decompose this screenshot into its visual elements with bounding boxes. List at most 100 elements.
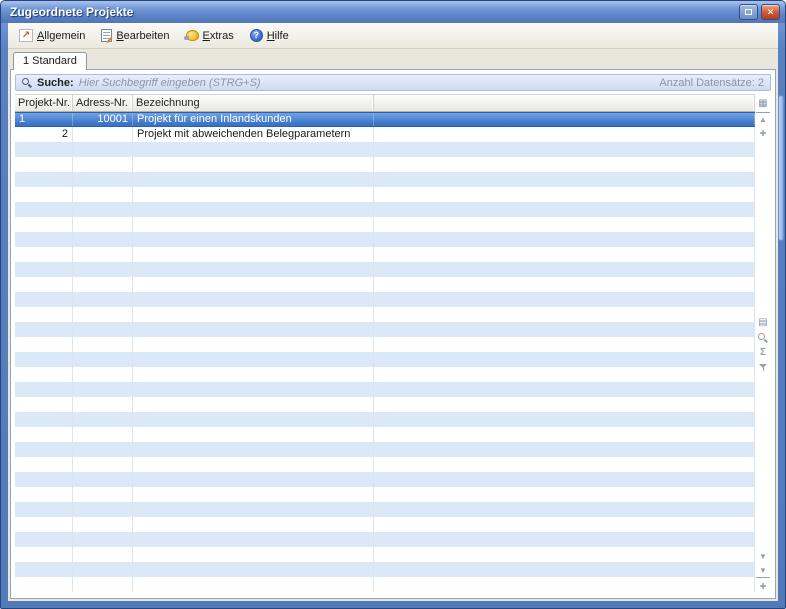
table-cell[interactable] [15,202,73,217]
table-cell[interactable] [133,142,374,157]
table-cell[interactable] [133,457,374,472]
table-cell[interactable] [73,262,133,277]
table-cell[interactable] [73,142,133,157]
sum-icon[interactable]: Σ [756,346,770,359]
table-cell[interactable] [374,412,755,427]
table-cell[interactable] [133,172,374,187]
table-row-empty[interactable] [15,517,755,532]
table-cell[interactable] [15,397,73,412]
menu-hilfe[interactable]: ? Hilfe [245,27,294,44]
table-cell[interactable] [133,532,374,547]
table-cell[interactable] [374,367,755,382]
table-cell[interactable] [374,232,755,247]
table-row-empty[interactable] [15,157,755,172]
table-cell[interactable] [15,247,73,262]
table-cell[interactable] [133,547,374,562]
table-row-empty[interactable] [15,187,755,202]
table-cell[interactable]: 1 [15,113,73,126]
table-cell[interactable] [133,562,374,577]
table-cell[interactable] [73,292,133,307]
table-cell[interactable] [133,247,374,262]
table-cell[interactable] [15,292,73,307]
table-cell[interactable] [73,442,133,457]
table-cell[interactable] [133,292,374,307]
table-cell[interactable] [133,187,374,202]
table-cell[interactable] [73,472,133,487]
table-cell[interactable] [133,202,374,217]
table-row-empty[interactable] [15,577,755,592]
table-row-empty[interactable] [15,352,755,367]
table-cell[interactable] [73,397,133,412]
tab-standard[interactable]: 1 Standard [13,52,87,70]
table-cell[interactable] [15,457,73,472]
scroll-to-top-icon[interactable]: ▲ [756,112,770,125]
filter-icon[interactable] [756,361,770,374]
table-cell[interactable] [73,337,133,352]
table-cell[interactable] [374,113,755,126]
menu-bearbeiten[interactable]: Bearbeiten [96,27,174,44]
table-row-empty[interactable] [15,232,755,247]
table-cell[interactable] [374,142,755,157]
table-row-empty[interactable] [15,562,755,577]
table-cell[interactable] [374,577,755,592]
table-cell[interactable] [133,307,374,322]
table-cell[interactable] [15,382,73,397]
table-cell[interactable] [133,157,374,172]
maximize-button[interactable] [739,4,758,20]
table-row-empty[interactable] [15,262,755,277]
table-row[interactable]: 2Projekt mit abweichenden Belegparameter… [15,127,755,142]
table-row-empty[interactable] [15,412,755,427]
table-cell[interactable] [15,262,73,277]
table-cell[interactable] [73,562,133,577]
table-cell[interactable] [374,292,755,307]
table-cell[interactable] [73,277,133,292]
search-input-placeholder[interactable]: Hier Suchbegriff eingeben (STRG+S) [79,77,655,89]
table-cell[interactable] [374,277,755,292]
table-cell[interactable] [374,397,755,412]
table-cell[interactable] [15,427,73,442]
table-cell[interactable] [73,127,133,142]
table-cell[interactable] [133,517,374,532]
table-cell[interactable] [374,172,755,187]
table-cell[interactable] [15,487,73,502]
table-row-empty[interactable] [15,367,755,382]
table-row-empty[interactable] [15,457,755,472]
table-cell[interactable] [133,232,374,247]
table-row-empty[interactable] [15,487,755,502]
table-row-empty[interactable] [15,442,755,457]
table-cell[interactable] [133,502,374,517]
table-cell[interactable] [73,217,133,232]
column-header-empty[interactable] [374,95,755,111]
column-layout-icon[interactable]: ▤ [756,316,770,329]
table-cell[interactable] [73,577,133,592]
table-row-empty[interactable] [15,337,755,352]
table-cell[interactable] [73,487,133,502]
table-cell[interactable] [15,232,73,247]
table-cell[interactable] [133,262,374,277]
table-cell[interactable] [73,517,133,532]
menu-extras[interactable]: Extras [181,28,239,44]
table-row-empty[interactable] [15,142,755,157]
table-cell[interactable] [374,517,755,532]
table-cell[interactable] [15,352,73,367]
table-row-empty[interactable] [15,532,755,547]
table-cell[interactable] [73,367,133,382]
table-cell[interactable] [374,487,755,502]
table-cell[interactable] [73,352,133,367]
table-cell[interactable] [15,277,73,292]
table-cell[interactable] [133,337,374,352]
table-cell[interactable] [133,472,374,487]
column-header-adress-nr[interactable]: Adress-Nr. [73,95,133,111]
table-cell[interactable] [73,187,133,202]
table-cell[interactable] [374,217,755,232]
table-row-empty[interactable] [15,292,755,307]
table-cell[interactable] [15,157,73,172]
table-cell[interactable] [374,382,755,397]
table-row-empty[interactable] [15,277,755,292]
column-chooser-icon[interactable]: ▦ [756,97,770,110]
title-bar[interactable]: Zugeordnete Projekte ✕ [1,1,785,23]
table-cell[interactable] [15,307,73,322]
table-cell[interactable] [133,412,374,427]
column-header-bezeichnung[interactable]: Bezeichnung [133,95,374,111]
table-cell[interactable] [73,382,133,397]
